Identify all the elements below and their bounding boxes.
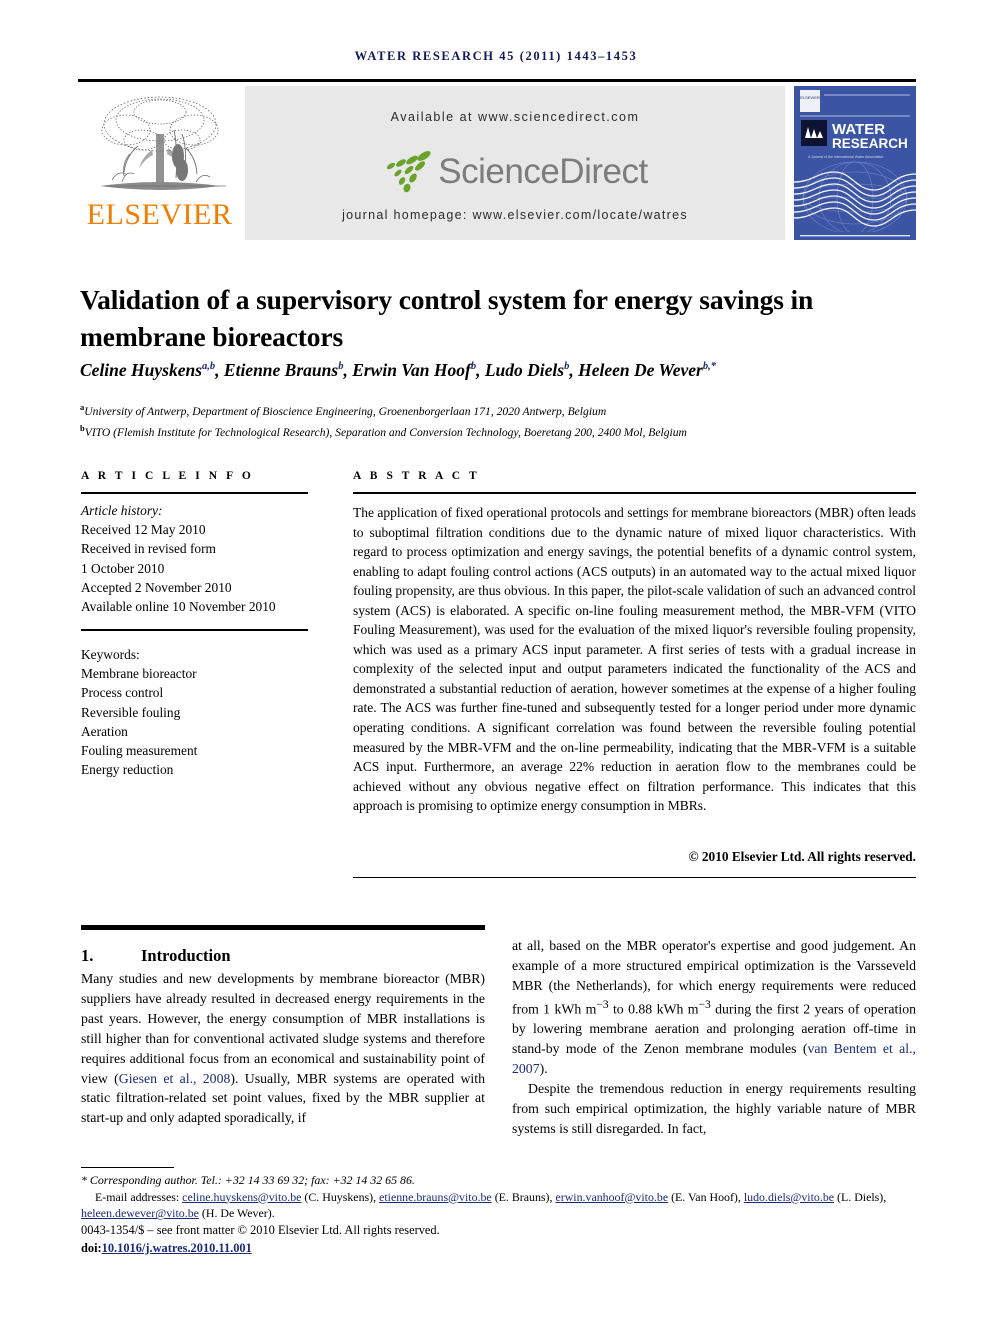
svg-text:A Journal of the International: A Journal of the International Water Ass… [808, 155, 883, 159]
keyword-item: Membrane bioreactor [81, 666, 197, 682]
svg-text:RESEARCH: RESEARCH [832, 136, 908, 151]
available-at-text: Available at www.sciencedirect.com [390, 110, 640, 124]
article-history-item: 1 October 2010 [81, 560, 165, 576]
article-info-heading: A R T I C L E I N F O [81, 470, 254, 482]
elsevier-tree-icon [100, 96, 226, 190]
article-history-item: Accepted 2 November 2010 [81, 579, 232, 595]
email-link[interactable]: celine.huyskens@vito.be [182, 1190, 301, 1204]
elsevier-logo: ELSEVIER [78, 86, 241, 240]
footnote-rule [81, 1167, 174, 1168]
keywords-rule [81, 629, 308, 631]
keyword-item: Fouling measurement [81, 743, 198, 759]
sciencedirect-logo: ScienceDirect [245, 146, 785, 198]
running-head-text: WATER RESEARCH 45 (2011) 1443–1453 [354, 49, 638, 63]
journal-article-page: WATER RESEARCH 45 (2011) 1443–1453 ELSEV… [0, 0, 992, 1323]
keywords-label: Keywords: [81, 647, 140, 662]
keyword-item: Process control [81, 685, 164, 701]
sciencedirect-banner: Available at www.sciencedirect.com Scien… [245, 86, 785, 240]
keywords-block: Keywords: Membrane bioreactor Process cont… [81, 645, 321, 779]
svg-text:ELSEVIER: ELSEVIER [800, 95, 820, 100]
masthead: ELSEVIER Available at www.sciencedirect.… [78, 86, 916, 240]
water-research-cover-art: ELSEVIER WATER RESEARCH A Journal of the… [794, 86, 916, 240]
email-link[interactable]: erwin.vanhoof@vito.be [555, 1190, 668, 1204]
abstract-rule-top [353, 492, 916, 494]
abstract-copyright: © 2010 Elsevier Ltd. All rights reserved… [688, 849, 916, 864]
section-divider-bar [81, 925, 485, 930]
citation-link[interactable]: Giesen et al., 2008 [119, 1071, 231, 1086]
article-history-item: Available online 10 November 2010 [81, 599, 276, 615]
journal-homepage-text: journal homepage: www.elsevier.com/locat… [342, 208, 688, 222]
intro-left-column: Many studies and new developments by mem… [81, 971, 485, 1126]
journal-cover-image: ELSEVIER WATER RESEARCH A Journal of the… [794, 86, 916, 240]
affiliation-list: aUniversity of Antwerp, Department of Bi… [80, 399, 925, 442]
abstract-text: The application of fixed operational pro… [353, 505, 916, 814]
email-link[interactable]: ludo.diels@vito.be [744, 1190, 834, 1204]
keyword-item: Energy reduction [81, 762, 174, 778]
abstract-heading: A B S T R A C T [353, 470, 480, 482]
sciencedirect-wordmark: ScienceDirect [438, 152, 648, 191]
top-rule [78, 79, 916, 82]
article-history-label: Article history: [81, 503, 163, 518]
footnote-block: * Corresponding author. Tel.: +32 14 33 … [81, 1172, 921, 1222]
keyword-item: Aeration [81, 723, 128, 739]
intro-paragraph: Despite the tremendous reduction in ener… [512, 1080, 916, 1136]
page-title: Validation of a supervisory control syst… [80, 284, 814, 353]
sciencedirect-leaves-icon [387, 151, 431, 193]
imprint-block: 0043-1354/$ – see front matter © 2010 El… [81, 1222, 921, 1257]
intro-paragraph: at all, based on the MBR operator's expe… [512, 938, 917, 1077]
email-link[interactable]: etienne.brauns@vito.be [379, 1190, 492, 1204]
affiliation-item: bVITO (Flemish Institute for Technologic… [80, 423, 687, 440]
keyword-item: Reversible fouling [81, 704, 181, 720]
intro-right-column: at all, based on the MBR operator's expe… [512, 936, 916, 1139]
imprint-line: 0043-1354/$ – see front matter © 2010 El… [81, 1223, 440, 1237]
section-heading: 1. Introduction [81, 946, 485, 966]
author-list: Celine Huyskensa,b, Etienne Braunsb, Erw… [80, 359, 716, 380]
corresponding-author-note: * Corresponding author. Tel.: +32 14 33 … [81, 1173, 415, 1187]
doi-line: doi:10.1016/j.watres.2010.11.001 [81, 1240, 252, 1255]
section-title: Introduction [141, 945, 231, 965]
email-link[interactable]: heleen.dewever@vito.be [81, 1206, 199, 1220]
email-addresses-note: E-mail addresses: celine.huyskens@vito.b… [81, 1189, 887, 1221]
article-history: Article history: Received 12 May 2010 Rece… [81, 501, 321, 616]
affiliation-item: aUniversity of Antwerp, Department of Bi… [80, 402, 607, 418]
abstract-rule-bottom [353, 877, 916, 878]
elsevier-wordmark: ELSEVIER [86, 198, 233, 231]
article-info-rule [81, 492, 308, 494]
section-number: 1. [81, 945, 94, 965]
doi-link[interactable]: 10.1016/j.watres.2010.11.001 [102, 1241, 252, 1255]
article-history-item: Received in revised form [81, 541, 216, 557]
running-head: WATER RESEARCH 45 (2011) 1443–1453 [0, 49, 992, 64]
article-history-item: Received 12 May 2010 [81, 522, 206, 538]
